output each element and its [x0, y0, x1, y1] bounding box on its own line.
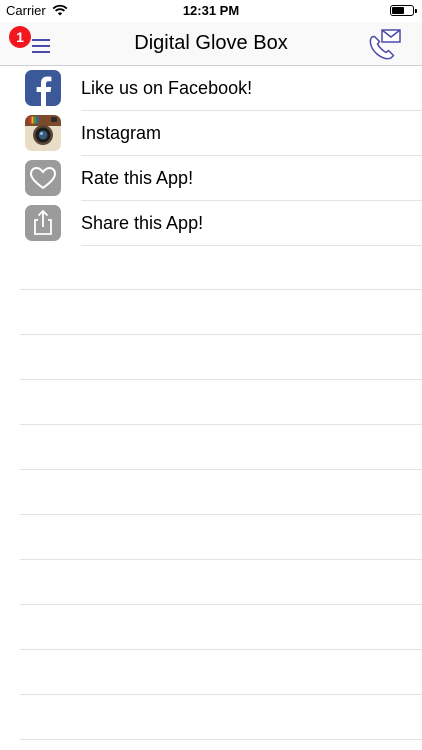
list-item-rate[interactable]: Rate this App! [0, 156, 422, 201]
divider [20, 739, 422, 740]
list-item-label: Like us on Facebook! [81, 78, 253, 98]
divider [20, 604, 422, 605]
divider [20, 424, 422, 425]
list-item-label: Instagram [81, 123, 162, 143]
contact-button[interactable] [366, 28, 404, 62]
menu-list: Like us on Facebook! Instagram Rate this… [0, 66, 422, 246]
phone-mail-icon [369, 29, 401, 60]
divider [20, 514, 422, 515]
clock: 12:31 PM [182, 3, 240, 18]
divider [20, 289, 422, 290]
divider [20, 334, 422, 335]
divider [20, 694, 422, 695]
battery-icon [390, 5, 417, 16]
divider [81, 245, 422, 246]
nav-bar: Digital Glove Box [0, 22, 422, 66]
list-item-share[interactable]: Share this App! [0, 201, 422, 246]
heart-icon [25, 160, 61, 196]
instagram-icon [25, 115, 61, 151]
list-item-facebook[interactable]: Like us on Facebook! [0, 66, 422, 111]
list-item-label: Rate this App! [81, 168, 194, 188]
divider [20, 649, 422, 650]
notification-badge: 1 [9, 26, 31, 48]
share-icon [25, 205, 61, 241]
page-title: Digital Glove Box [134, 32, 288, 54]
facebook-icon [25, 70, 61, 106]
divider [20, 379, 422, 380]
list-item-label: Share this App! [81, 213, 204, 233]
list-item-instagram[interactable]: Instagram [0, 111, 422, 156]
status-bar: Carrier 12:31 PM [0, 0, 422, 22]
divider [20, 559, 422, 560]
divider [20, 469, 422, 470]
